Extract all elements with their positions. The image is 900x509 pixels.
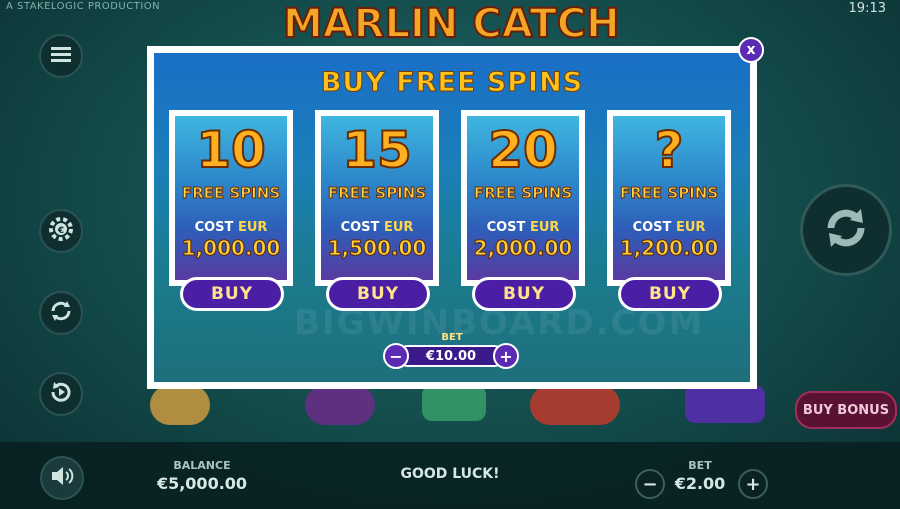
menu-icon bbox=[51, 46, 71, 66]
balance-label: BALANCE bbox=[173, 459, 231, 472]
game-logo: MARLIN CATCH bbox=[282, 0, 621, 48]
reel-symbol bbox=[150, 385, 210, 425]
modal-bet-selector: €10.00 − + bbox=[383, 343, 519, 369]
balance-value: €5,000.00 bbox=[156, 474, 248, 493]
autoplay-icon bbox=[48, 298, 74, 328]
free-spins-card-10[interactable]: 10 FREE SPINS COST EUR 1,000.00 bbox=[169, 110, 293, 286]
cost-text: COST bbox=[486, 220, 526, 235]
buy-button-15[interactable]: BUY bbox=[326, 277, 430, 311]
free-spins-card-20[interactable]: 20 FREE SPINS COST EUR 2,000.00 bbox=[461, 110, 585, 286]
cost-text: COST bbox=[632, 220, 672, 235]
cost-text: COST bbox=[340, 220, 380, 235]
sound-button[interactable] bbox=[40, 456, 84, 500]
currency-text: EUR bbox=[237, 220, 268, 235]
spins-count: ? bbox=[653, 120, 684, 180]
reel-symbol bbox=[422, 385, 486, 421]
turbo-button[interactable] bbox=[39, 372, 83, 416]
bet-value: €2.00 bbox=[674, 474, 726, 493]
currency-text: EUR bbox=[529, 220, 560, 235]
free-spins-label: FREE SPINS bbox=[473, 184, 573, 203]
modal-bet-increase-button[interactable]: + bbox=[493, 343, 519, 369]
free-spins-label: FREE SPINS bbox=[619, 184, 719, 203]
cost-label: COST EUR bbox=[175, 220, 287, 235]
buy-button-20[interactable]: BUY bbox=[472, 277, 576, 311]
free-spins-card-mystery[interactable]: ? FREE SPINS COST EUR 1,200.00 bbox=[607, 110, 731, 286]
reel-symbol bbox=[530, 385, 620, 425]
buy-bonus-button[interactable]: BUY BONUS bbox=[795, 391, 897, 429]
cost-label: COST EUR bbox=[321, 220, 433, 235]
cost-amount: 1,200.00 bbox=[619, 236, 719, 261]
autoplay-button[interactable] bbox=[39, 291, 83, 335]
card-face: 20 FREE SPINS COST EUR 2,000.00 bbox=[467, 116, 579, 280]
spin-icon bbox=[819, 201, 873, 259]
speaker-icon bbox=[50, 465, 74, 491]
status-message: GOOD LUCK! bbox=[400, 466, 500, 482]
clock: 19:13 bbox=[848, 1, 886, 16]
spins-count: 15 bbox=[341, 120, 413, 180]
settings-button[interactable]: € bbox=[39, 209, 83, 253]
modal-bet-value: €10.00 bbox=[397, 345, 505, 367]
reel-symbol bbox=[305, 385, 375, 425]
spins-count: 10 bbox=[195, 120, 267, 180]
free-spins-label: FREE SPINS bbox=[327, 184, 427, 203]
menu-button[interactable] bbox=[39, 34, 83, 78]
bet-label: BET bbox=[688, 459, 712, 472]
card-face: 10 FREE SPINS COST EUR 1,000.00 bbox=[175, 116, 287, 280]
cost-amount: 1,000.00 bbox=[181, 236, 281, 261]
free-spins-label: FREE SPINS bbox=[181, 184, 281, 203]
free-spins-card-15[interactable]: 15 FREE SPINS COST EUR 1,500.00 bbox=[315, 110, 439, 286]
cost-label: COST EUR bbox=[467, 220, 579, 235]
spins-count: 20 bbox=[487, 120, 559, 180]
svg-text:€: € bbox=[57, 226, 64, 236]
reel-symbol bbox=[685, 385, 765, 423]
production-credit: A STAKELOGIC PRODUCTION bbox=[6, 1, 161, 12]
buy-button-mystery[interactable]: BUY bbox=[618, 277, 722, 311]
cost-text: COST bbox=[194, 220, 234, 235]
cost-label: COST EUR bbox=[613, 220, 725, 235]
currency-text: EUR bbox=[383, 220, 414, 235]
bet-increase-button[interactable]: + bbox=[738, 469, 768, 499]
buy-button-10[interactable]: BUY bbox=[180, 277, 284, 311]
cost-amount: 1,500.00 bbox=[327, 236, 427, 261]
card-face: 15 FREE SPINS COST EUR 1,500.00 bbox=[321, 116, 433, 280]
currency-text: EUR bbox=[675, 220, 706, 235]
card-face: ? FREE SPINS COST EUR 1,200.00 bbox=[613, 116, 725, 280]
modal-bet-label: BET bbox=[441, 332, 463, 343]
euro-settings-icon: € bbox=[48, 216, 74, 246]
turbo-icon bbox=[48, 379, 74, 409]
spin-button[interactable] bbox=[800, 184, 892, 276]
close-button[interactable]: x bbox=[738, 37, 764, 63]
modal-bet-decrease-button[interactable]: − bbox=[383, 343, 409, 369]
dialog-title: BUY FREE SPINS bbox=[320, 67, 584, 99]
bet-decrease-button[interactable]: − bbox=[635, 469, 665, 499]
cost-amount: 2,000.00 bbox=[473, 236, 573, 261]
